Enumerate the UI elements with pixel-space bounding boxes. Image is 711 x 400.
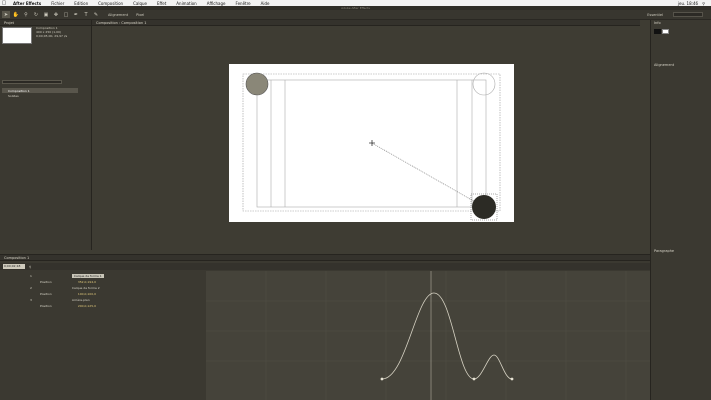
- property-name: Position: [40, 291, 52, 296]
- graph-canvas[interactable]: [206, 271, 650, 400]
- pen-tool-icon[interactable]: ✒: [72, 11, 80, 18]
- comp-canvas[interactable]: [229, 64, 514, 222]
- pan-behind-tool-icon[interactable]: ✥: [52, 11, 60, 18]
- keyframe-handle[interactable]: [510, 377, 514, 381]
- rectangle-tool-icon[interactable]: □: [62, 11, 70, 18]
- toolbar-pixel[interactable]: Pixel: [136, 13, 144, 17]
- search-icon[interactable]: ⚲: [29, 265, 31, 269]
- right-panels: Info Alignement Paragraphe: [650, 20, 711, 400]
- composition-viewer[interactable]: [229, 64, 514, 222]
- layer-row[interactable]: 3 Arrière-plan: [0, 297, 206, 302]
- fill-swatch-white[interactable]: [662, 28, 670, 34]
- rotate-tool-icon[interactable]: ↻: [32, 11, 40, 18]
- help-search-input[interactable]: [673, 12, 703, 17]
- layer-name: Calque de forme 1: [71, 273, 104, 278]
- menu-animation[interactable]: Animation: [171, 1, 201, 6]
- menu-affichage[interactable]: Affichage: [202, 1, 231, 6]
- text-tool-icon[interactable]: T: [82, 11, 90, 18]
- menu-aide[interactable]: Aide: [256, 1, 275, 6]
- tab-project[interactable]: Projet: [0, 21, 18, 25]
- layer-row[interactable]: 1 Calque de forme 1: [0, 273, 206, 278]
- menu-fichier[interactable]: Fichier: [46, 1, 69, 6]
- selection-tool-icon[interactable]: ➤: [2, 11, 10, 18]
- property-value[interactable]: 352,0,194,0: [78, 280, 96, 284]
- timeline-controls: 0;00;02;18 ⚲: [0, 263, 650, 270]
- project-item-label: Solides: [8, 93, 19, 98]
- hand-tool-icon[interactable]: ✋: [12, 11, 20, 18]
- search-icon[interactable]: ⚲: [702, 1, 705, 6]
- project-panel: Projet Composition 1 400 x 250 (1,00) 0;…: [0, 20, 92, 250]
- comp-thumbnail: [2, 27, 32, 44]
- tab-composition[interactable]: Composition : Composition 1: [92, 21, 150, 25]
- camera-tool-icon[interactable]: ▣: [42, 11, 50, 18]
- clock: jeu. 18:46: [677, 0, 699, 6]
- paragraph-panel-title[interactable]: Paragraphe: [651, 248, 711, 254]
- shape-circle-selected[interactable]: [472, 195, 496, 219]
- property-name: Position: [40, 303, 52, 308]
- align-panel-title[interactable]: Alignement: [651, 62, 711, 68]
- layer-row[interactable]: 2 Calque de forme 2: [0, 285, 206, 290]
- layer-name: Calque de forme 2: [71, 285, 100, 290]
- property-name: Position: [40, 279, 52, 284]
- timeline-panel: Composition 1 0;00;02;18 ⚲ 1 Calque de f…: [0, 254, 650, 400]
- zoom-tool-icon[interactable]: ⚲: [22, 11, 30, 18]
- keyframe-handle[interactable]: [380, 377, 384, 381]
- property-row[interactable]: Position 200,0,125,0: [0, 303, 206, 308]
- property-row[interactable]: Position 100,0,100,0: [0, 291, 206, 296]
- fill-swatch-black[interactable]: [654, 28, 661, 34]
- current-time[interactable]: 0;00;02;18: [3, 264, 25, 269]
- graph-editor[interactable]: [206, 271, 650, 400]
- project-item-solids[interactable]: Solides: [2, 93, 78, 98]
- shape-circle-start[interactable]: [245, 72, 269, 96]
- composition-tabs: Composition : Composition 1: [92, 20, 640, 26]
- tab-timeline[interactable]: Composition 1: [0, 256, 33, 260]
- timeline-tabs: Composition 1: [0, 255, 650, 261]
- project-item-label: Composition 1: [8, 88, 30, 93]
- toolbar-alignment[interactable]: Alignement: [108, 13, 128, 17]
- property-value[interactable]: 100,0,100,0: [78, 292, 96, 296]
- menu-effet[interactable]: Effet: [152, 1, 171, 6]
- property-value[interactable]: 200,0,125,0: [78, 304, 96, 308]
- brush-tool-icon[interactable]: ✎: [92, 11, 100, 18]
- project-search-input[interactable]: [2, 80, 62, 84]
- menu-fenetre[interactable]: Fenêtre: [231, 1, 256, 6]
- comp-info: Composition 1 400 x 250 (1,00) 0;00;05;0…: [36, 26, 68, 38]
- menu-composition[interactable]: Composition: [93, 1, 128, 6]
- keyframe-handle[interactable]: [472, 377, 476, 381]
- layer-name: Arrière-plan: [71, 297, 90, 302]
- layer-list: 1 Calque de forme 1 Position 352,0,194,0…: [0, 271, 206, 400]
- graph-background: [206, 271, 650, 400]
- menu-calque[interactable]: Calque: [128, 1, 152, 6]
- tools-bar: ➤ ✋ ⚲ ↻ ▣ ✥ □ ✒ T ✎ Alignement Pixel Ess…: [0, 10, 711, 20]
- menu-app[interactable]: After Effects: [8, 1, 46, 6]
- menu-edition[interactable]: Edition: [69, 1, 93, 6]
- workspace-label[interactable]: Essentiel: [647, 13, 663, 17]
- property-row[interactable]: Position 352,0,194,0: [0, 279, 206, 284]
